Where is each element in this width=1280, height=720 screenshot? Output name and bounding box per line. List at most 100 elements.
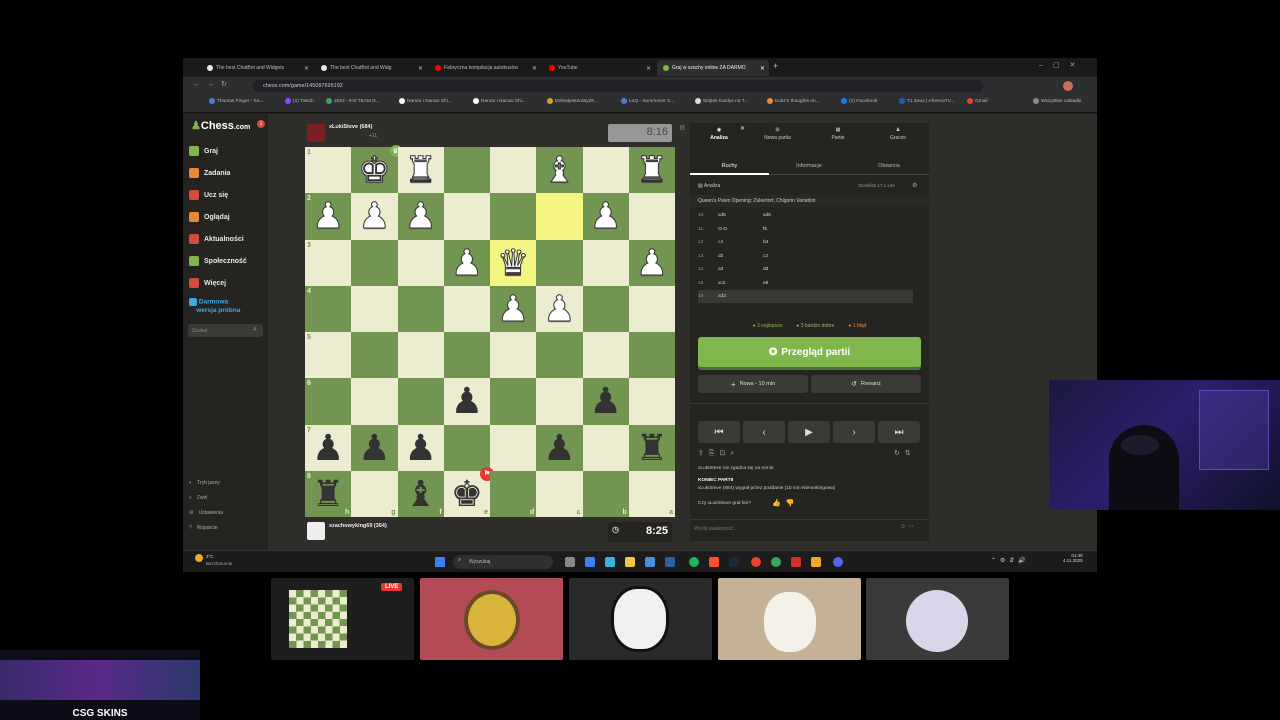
board-square[interactable]: e ♚ ⚑: [443, 466, 494, 517]
move-row[interactable]: 13. d2 c2: [698, 250, 913, 263]
board-square[interactable]: 7 ♟: [305, 424, 352, 471]
tray-icons[interactable]: ⌃⚙⇵🔊: [991, 557, 1030, 564]
emoji-icon[interactable]: ☺ ⋯: [900, 523, 914, 530]
browser-tab[interactable]: The best ChatBot and Widgets ✕: [201, 60, 313, 76]
viewer-tile-stream[interactable]: LIVE: [271, 578, 414, 660]
board-square[interactable]: [351, 285, 398, 332]
store-icon[interactable]: [645, 557, 655, 567]
chess-board[interactable]: 1 ♚ ♛ ♜ ♝ ♜ 2 ♟ ♟ ♟ ♟ 3 ♟ ♛ ♟ 4 ♟ ♟ 5 6 ♟ ♟ 7 ♟ ♟ ♟ ♟ ♜ 8 h ♜ g f ♝ e ♚ ⚑ d c b…: [305, 145, 675, 517]
bookmark-item[interactable]: (1) Twitch: [285, 98, 314, 104]
board-square[interactable]: [582, 424, 629, 471]
play-button[interactable]: ▶: [788, 421, 830, 443]
url-input[interactable]: chess.com/game/145087695192: [253, 80, 983, 92]
board-square[interactable]: [628, 285, 675, 332]
subtab-otwarcia[interactable]: Otwarcia: [849, 161, 929, 175]
white-queen-icon[interactable]: ♛: [496, 244, 529, 281]
board-square[interactable]: [443, 147, 490, 194]
white-move[interactable]: d2: [718, 254, 763, 259]
steam-icon[interactable]: [729, 557, 739, 567]
black-pawn-icon[interactable]: ♟: [404, 429, 436, 466]
close-icon[interactable]: ✕: [646, 65, 651, 72]
board-square[interactable]: 6: [305, 378, 352, 425]
board-square[interactable]: [536, 378, 583, 425]
board-square[interactable]: ♟: [490, 285, 537, 332]
white-move[interactable]: a3: [718, 267, 763, 272]
board-square[interactable]: [443, 285, 490, 332]
white-bishop-icon[interactable]: ♝: [543, 151, 576, 188]
white-pawn-icon[interactable]: ♟: [589, 197, 622, 234]
white-pawn-icon[interactable]: ♟: [496, 290, 529, 327]
board-square[interactable]: 5: [305, 332, 352, 379]
black-move[interactable]: d3: [763, 267, 808, 272]
viewer-tile-face[interactable]: [569, 578, 712, 660]
black-rook-icon[interactable]: ♜: [312, 475, 344, 512]
board-square[interactable]: [351, 239, 398, 286]
collapse-button[interactable]: «Zwiń: [189, 495, 207, 501]
subtab-informacje[interactable]: Informacje: [769, 161, 849, 175]
new-tab-icon[interactable]: +: [773, 61, 778, 71]
white-move[interactable]: O-O: [718, 227, 763, 232]
board-square[interactable]: ♜: [397, 147, 444, 194]
white-pawn-icon[interactable]: ♟: [311, 197, 344, 234]
app-icon[interactable]: [665, 557, 675, 567]
browser-icon[interactable]: [605, 557, 615, 567]
board-square[interactable]: [443, 332, 490, 379]
chat-input[interactable]: Wyślij wiadomość...: [690, 519, 929, 537]
tab-gracze[interactable]: ♟ Gracze: [878, 127, 918, 141]
move-row[interactable]: 15. xc2 e6: [698, 277, 913, 290]
board-square[interactable]: ♟: [582, 193, 629, 240]
close-icon[interactable]: ✕: [304, 65, 309, 72]
board-square[interactable]: ♚ ♛: [351, 145, 402, 194]
bookmark-item[interactable]: (1) Facebook: [841, 98, 877, 104]
move-row[interactable]: 16. xd3: [698, 290, 913, 303]
next-move-button[interactable]: ›: [833, 421, 875, 443]
board-square[interactable]: [397, 285, 444, 332]
bookmark-item[interactable]: Gmail: [967, 98, 988, 104]
taskview-icon[interactable]: [565, 557, 575, 567]
board-square[interactable]: [582, 332, 629, 379]
board-square[interactable]: [490, 378, 537, 425]
board-square[interactable]: 4: [305, 285, 352, 332]
white-move[interactable]: xd5: [718, 213, 763, 218]
light-mode-toggle[interactable]: ◐ Tryb jasny: [189, 480, 220, 486]
viewer-tile-minion[interactable]: [420, 578, 563, 660]
board-square[interactable]: [351, 332, 398, 379]
viewer-tile-anime[interactable]: [866, 578, 1009, 660]
sidebar-item-graj[interactable]: Graj: [189, 146, 218, 156]
board-square[interactable]: a: [628, 470, 675, 517]
black-king-icon[interactable]: ♚: [451, 475, 483, 512]
white-move[interactable]: xc2: [718, 281, 763, 286]
board-square[interactable]: 2 ♟: [305, 193, 352, 240]
settings-link[interactable]: ⚙ Ustawienia: [189, 510, 223, 516]
move-row[interactable]: 14. a3 d3: [698, 263, 913, 276]
sidebar-item-spolecznosc[interactable]: Społeczność: [189, 256, 247, 266]
close-icon[interactable]: ✕: [532, 65, 537, 72]
bookmark-item[interactable]: Kubz's thoughts on...: [767, 98, 820, 104]
browser-tab-active[interactable]: Graj w szachy online ZA DARMO ✕: [657, 60, 769, 76]
board-square[interactable]: [582, 239, 629, 286]
nav-arrows-icon[interactable]: ←→↻: [193, 80, 234, 88]
bottom-player-avatar[interactable]: [307, 522, 325, 540]
white-move[interactable]: c4: [718, 240, 763, 245]
board-square[interactable]: [536, 239, 583, 286]
prev-move-button[interactable]: ‹: [743, 421, 785, 443]
board-square[interactable]: [490, 193, 537, 240]
window-controls-icon[interactable]: –▢✕: [1039, 61, 1085, 69]
taskbar-search[interactable]: Wyszukaj: [453, 555, 553, 569]
chess-logo[interactable]: ♟Chess.com: [191, 119, 250, 132]
board-square[interactable]: f ♝: [397, 470, 444, 517]
bookmark-item[interactable]: Naruto i Naruto Shi...: [473, 98, 526, 104]
move-row[interactable]: 12. c4 b4: [698, 236, 913, 249]
game-review-button[interactable]: ✪ Przegląd partii: [698, 337, 921, 367]
premium-trial-link[interactable]: Darmowa wersja próbna: [189, 298, 240, 315]
chrome-icon[interactable]: [751, 557, 761, 567]
board-square[interactable]: [397, 378, 444, 425]
bookmark-item[interactable]: Wszystkie zakładki: [1033, 98, 1081, 104]
white-rook-icon[interactable]: ♜: [635, 151, 668, 188]
share-tools-icon[interactable]: ⇪⎘⊡⌕: [698, 449, 739, 458]
tab-partie[interactable]: ▦ Partie: [818, 127, 858, 141]
board-square[interactable]: d: [490, 470, 537, 517]
windows-start-icon[interactable]: [435, 557, 445, 567]
board-square[interactable]: ♟: [397, 424, 444, 471]
board-square[interactable]: ♟: [351, 193, 398, 240]
